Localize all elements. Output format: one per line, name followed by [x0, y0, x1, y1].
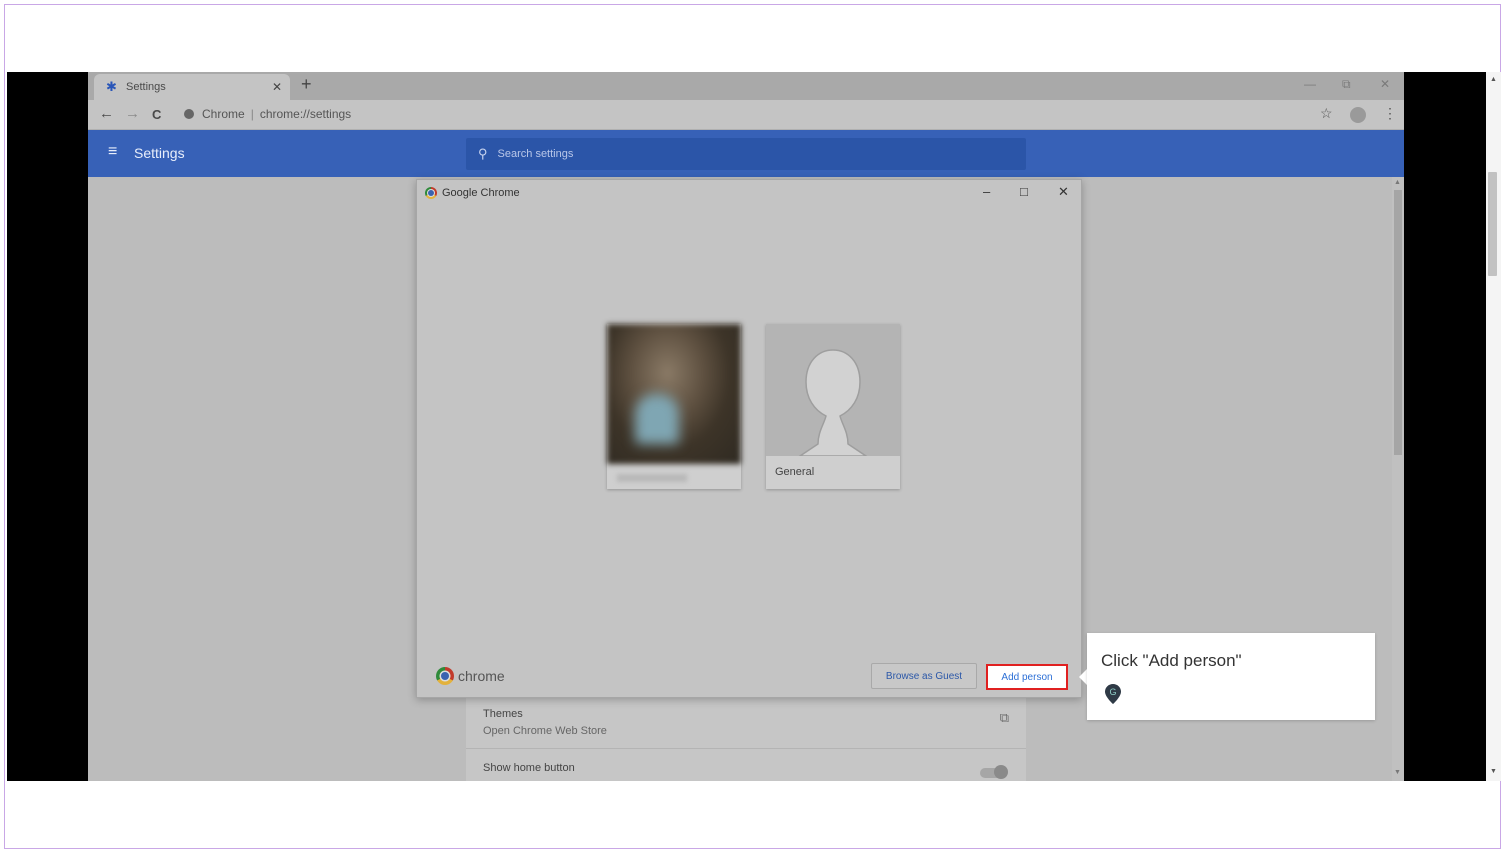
chrome-site-icon — [184, 109, 194, 119]
address-bar[interactable]: Chrome | chrome://settings — [184, 107, 351, 121]
row-divider — [466, 748, 1026, 749]
dialog-close-button[interactable]: ✕ — [1058, 184, 1069, 200]
address-separator: | — [250, 107, 254, 121]
scroll-down-arrow-icon[interactable]: ▼ — [1394, 769, 1401, 776]
tab-title: Settings — [126, 81, 166, 93]
chrome-wordmark: chrome — [458, 668, 505, 684]
generic-person-icon — [766, 324, 900, 456]
location-pin-icon: G — [1104, 683, 1122, 710]
dialog-title: Google Chrome — [442, 187, 520, 199]
new-tab-button[interactable]: + — [301, 74, 312, 95]
hamburger-menu-icon[interactable]: ≡ — [108, 143, 117, 161]
reload-button[interactable]: C — [152, 107, 161, 122]
dialog-minimize-button[interactable]: – — [983, 184, 990, 199]
add-person-button[interactable]: Add person — [986, 664, 1068, 690]
themes-subtitle[interactable]: Open Chrome Web Store — [483, 725, 607, 737]
scroll-up-arrow-icon[interactable]: ▲ — [1394, 179, 1401, 186]
themes-title: Themes — [483, 708, 523, 720]
open-external-icon[interactable]: ⧉ — [1000, 710, 1009, 726]
search-icon: ⚲ — [478, 146, 488, 161]
profile-card-general[interactable]: General — [766, 324, 900, 489]
page-scroll-down-icon[interactable]: ▼ — [1490, 768, 1497, 775]
window-close-button[interactable]: ✕ — [1380, 77, 1390, 91]
toggle-knob — [994, 765, 1008, 779]
chrome-logo-icon — [436, 667, 454, 685]
profile-avatar-icon[interactable] — [1350, 107, 1366, 123]
page-scroll-up-icon[interactable]: ▲ — [1490, 76, 1497, 83]
tab-settings[interactable]: ✱ Settings ✕ — [94, 74, 290, 100]
forward-button[interactable]: → — [125, 105, 140, 122]
settings-scroll-thumb[interactable] — [1394, 190, 1402, 455]
settings-header: ≡ Settings ⚲ Search settings — [88, 130, 1404, 177]
back-button[interactable]: ← — [99, 105, 114, 122]
callout-text: Click "Add person" — [1101, 651, 1242, 670]
profile-name: General — [775, 466, 815, 478]
show-home-button-title: Show home button — [483, 762, 575, 774]
window-restore-button[interactable]: ⧉ — [1342, 77, 1351, 92]
profile-picker-dialog: Google Chrome – □ ✕ General chrome Brows… — [416, 179, 1082, 698]
search-settings-input[interactable]: ⚲ Search settings — [466, 138, 1026, 170]
address-url: chrome://settings — [259, 107, 352, 121]
profile-card-photo[interactable] — [607, 324, 741, 489]
pin-letter: G — [1109, 687, 1116, 697]
gear-icon: ✱ — [106, 79, 117, 94]
tab-close-icon[interactable]: ✕ — [272, 80, 282, 94]
chrome-logo-icon — [425, 187, 437, 199]
instruction-callout: Click "Add person" G — [1087, 633, 1375, 720]
tab-strip: ✱ Settings ✕ + — ⧉ ✕ — [88, 72, 1404, 100]
chrome-brand: chrome — [436, 667, 505, 685]
browser-menu-icon[interactable]: ⋮ — [1383, 105, 1397, 122]
window-minimize-button[interactable]: — — [1304, 77, 1316, 91]
search-placeholder: Search settings — [497, 148, 574, 160]
page-scroll-thumb[interactable] — [1488, 172, 1497, 276]
settings-title: Settings — [134, 145, 185, 161]
dialog-maximize-button[interactable]: □ — [1020, 184, 1028, 199]
address-origin: Chrome — [202, 107, 245, 121]
bookmark-star-icon[interactable]: ☆ — [1320, 105, 1333, 122]
browser-toolbar: ← → C Chrome | chrome://settings ☆ ⋮ — [88, 100, 1404, 130]
profile-photo-detail — [635, 394, 679, 444]
appearance-card: Themes Open Chrome Web Store ⧉ Show home… — [466, 698, 1026, 781]
browse-as-guest-button[interactable]: Browse as Guest — [871, 663, 977, 689]
profile-name-blurred — [617, 474, 687, 482]
